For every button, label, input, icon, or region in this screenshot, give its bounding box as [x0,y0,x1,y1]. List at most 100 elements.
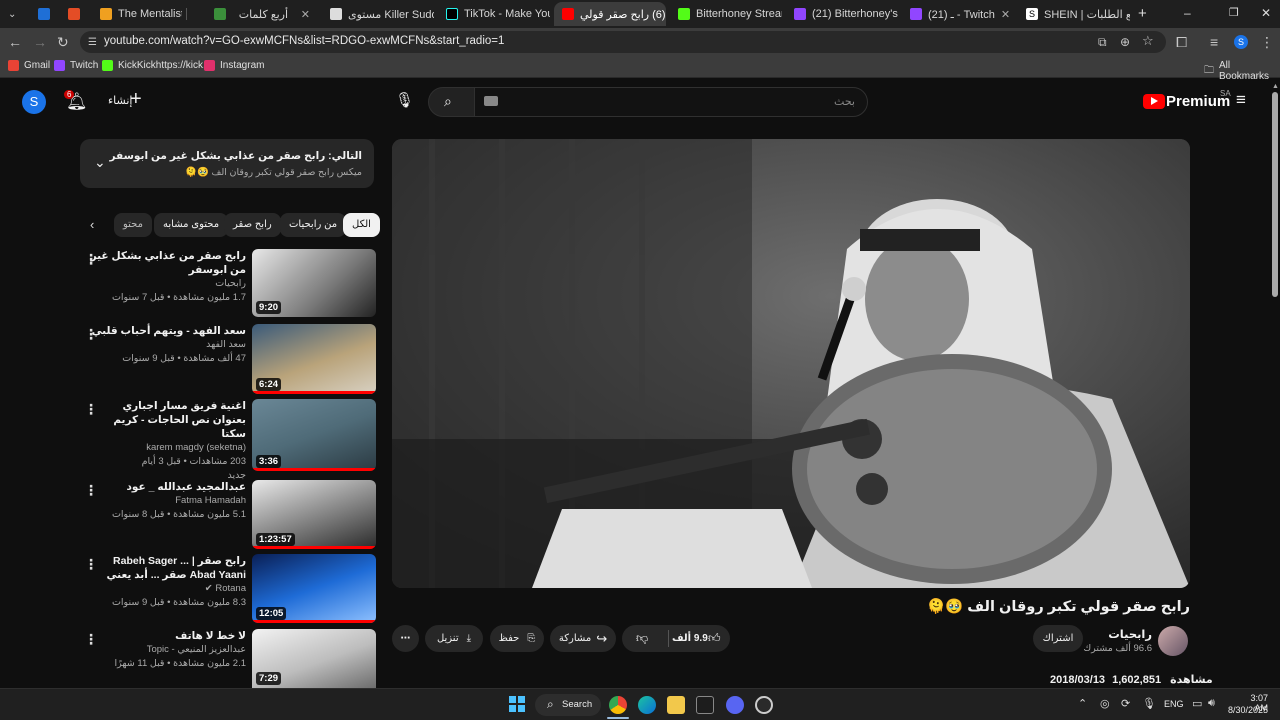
more-actions-icon[interactable]: ⋮ [84,251,98,268]
channel-name[interactable]: سعد الفهد [90,338,246,352]
new-tab-button[interactable]: + [1138,5,1147,22]
tab-item[interactable]: أربع كلمات ✕ [206,2,318,26]
list-item[interactable]: 6:24 سعد الفهد - ويتهم أحباب قلبي سعد ال… [84,324,376,394]
speaker-icon[interactable]: 🔊︎ [1208,697,1215,710]
list-item[interactable]: 7:29 لا خط لا هاتف عبدالعزيز المنيعي - T… [84,629,376,688]
video-thumbnail[interactable]: 6:24 [252,324,376,394]
microphone-icon[interactable]: 🎙︎ [395,91,414,109]
zoom-icon[interactable]: ⊕ [1120,35,1130,49]
more-actions-icon[interactable]: ⋮ [84,326,98,343]
list-item[interactable]: 9:20 رابح صقر من عذابي بشكل غير من ابوسف… [84,249,376,317]
channel-name[interactable]: karem magdy (seketna) [90,441,246,455]
bookmark-kick[interactable]: KickKickhttps://kick.... [102,60,214,71]
channel-name[interactable]: عبدالعزيز المنيعي - Topic [90,643,246,657]
video-player[interactable] [392,139,1190,588]
like-count[interactable]: 9.9 ألف [672,625,708,652]
video-thumbnail[interactable]: 1:23:57 [252,480,376,549]
search-button[interactable]: ⌕ [428,87,476,117]
profile-avatar[interactable]: S [1234,35,1248,49]
edge-icon[interactable] [638,696,656,714]
video-title[interactable]: رابح صقر من عذابي بشكل غير من ابوسفر [90,249,246,277]
video-title[interactable]: لا خط لا هاتف [90,629,246,643]
tab-item[interactable]: Bitterhoney Stream✕ [670,2,782,26]
tab-item[interactable]: مستوى Killer Sudoku✕ [322,2,434,26]
video-title[interactable]: سعد الفهد - ويتهم أحباب قلبي [90,324,246,338]
chip-rabeh-saqr[interactable]: رابح صقر [224,213,281,237]
site-info-icon[interactable]: ☰ [88,36,97,50]
menu-kebab-icon[interactable]: ⋮ [1260,35,1274,49]
scrollbar-thumb[interactable] [1272,92,1278,297]
up-next-panel[interactable]: ⌄ التالي: رابح صقر من عذابي بشكل غير من … [80,139,374,188]
extensions-icon[interactable]: ⧠ [1176,35,1187,49]
reload-icon[interactable]: ↻ [57,35,69,49]
back-arrow-icon[interactable]: ← [8,35,22,49]
chip-all[interactable]: الكل [343,213,380,237]
minimize-button[interactable]: – [1184,6,1191,20]
more-actions-icon[interactable]: ⋮ [84,482,98,499]
video-description-header[interactable]: 2018/03/13 مشاهدة 1,602,851 [1050,673,1213,686]
terminal-icon[interactable] [696,696,714,714]
list-item[interactable]: 3:36 اغنية فريق مسار اجباري بعنوان نص ال… [84,399,376,481]
install-app-icon[interactable]: ⧉ [1098,35,1107,49]
chevron-left-icon[interactable]: ‹ [90,217,94,232]
scroll-up-arrow-icon[interactable]: ▲ [1272,83,1279,90]
tray-sync-icon[interactable]: ⟳ [1121,697,1130,710]
tab-item[interactable]: (21) Bitterhoney's V✕ [786,2,898,26]
chip-related-content[interactable]: محتوى مشابه [154,213,229,237]
tab-item[interactable]: (21) ـ - Twitch ✕ [902,2,1014,26]
clock-date[interactable]: 8/30/2025 [1226,705,1268,715]
tab-item[interactable] [30,2,56,26]
video-thumbnail[interactable]: 7:29 [252,629,376,688]
share-button[interactable]: مشاركة ↪︎ [550,625,616,652]
video-thumbnail[interactable]: 9:20 [252,249,376,317]
tab-close-icon[interactable]: ✕ [295,8,310,21]
more-actions-icon[interactable]: ⋮ [84,556,98,573]
more-actions-icon[interactable]: ⋮ [84,401,98,418]
file-explorer-icon[interactable] [667,696,685,714]
guide-menu-icon[interactable]: ≡ [1236,90,1246,110]
chevron-down-icon[interactable]: ⌄ [94,154,106,171]
maximize-button[interactable]: ❐ [1229,6,1239,19]
channel-name[interactable]: Rotana ✔ [90,582,246,596]
tab-close-icon[interactable]: ✕ [995,8,1010,21]
url-text[interactable]: youtube.com/watch?v=GO-exwMCFNs&list=RDG… [104,35,504,47]
all-bookmarks-button[interactable]: 🗀 All Bookmarks [1204,60,1280,82]
tab-item[interactable]: Sجميع الطلبات | SHEIN✕ [1018,2,1130,26]
subscribe-button[interactable]: اشتراك [1033,625,1083,652]
like-icon[interactable]: 👍︎ [708,625,721,652]
youtube-logo-icon[interactable] [1143,94,1165,109]
discord-icon[interactable] [726,696,744,714]
channel-avatar[interactable] [1158,626,1188,656]
language-indicator[interactable]: ENG [1164,699,1184,709]
video-title[interactable]: عبدالمجيد عبدالله _ عود [90,480,246,494]
chip-related-more[interactable]: محتو [114,213,152,237]
account-avatar[interactable]: S [22,90,46,114]
more-actions-button[interactable]: ⋯ [392,625,419,652]
video-thumbnail[interactable]: 3:36 [252,399,376,471]
tab-item[interactable] [60,2,88,26]
keyboard-icon[interactable] [484,96,498,106]
video-title[interactable]: رابح صقر | Rabeh Sager ... Abad Yaani صق… [90,554,246,582]
bookmark-gmail[interactable]: Gmail [8,60,50,71]
bookmark-instagram[interactable]: Instagram [204,60,264,71]
close-window-button[interactable]: ✕ [1261,6,1271,20]
save-button[interactable]: حفظ ⎘ [490,625,544,652]
chevron-up-icon[interactable]: ⌃ [1078,697,1087,710]
create-label[interactable]: إنشاء [108,94,132,107]
channel-name[interactable]: رابحيات [90,277,246,291]
address-bar[interactable]: ☰ youtube.com/watch?v=GO-exwMCFNs&list=R… [80,31,1166,53]
bookmark-star-icon[interactable]: ☆ [1142,34,1154,48]
more-actions-icon[interactable]: ⋮ [84,631,98,648]
tab-search-button[interactable]: ⌄ [4,2,26,26]
taskbar-search-box[interactable]: ⌕ Search [535,694,601,716]
video-thumbnail[interactable]: 12:05 [252,554,376,623]
app-icon[interactable] [755,696,773,714]
dislike-icon[interactable]: 👎︎ [636,625,648,652]
tray-app-icon[interactable]: ◎ [1100,697,1110,710]
windows-start-icon[interactable] [509,696,525,712]
channel-name[interactable]: Fatma Hamadah [90,494,246,508]
search-input[interactable]: بحث [474,87,868,117]
tab-item[interactable]: TikTok - Make Your✕ [438,2,550,26]
chip-from-rabhiyat[interactable]: من رابحيات [280,213,347,237]
list-item[interactable]: 12:05 رابح صقر | Rabeh Sager ... Abad Ya… [84,554,376,623]
